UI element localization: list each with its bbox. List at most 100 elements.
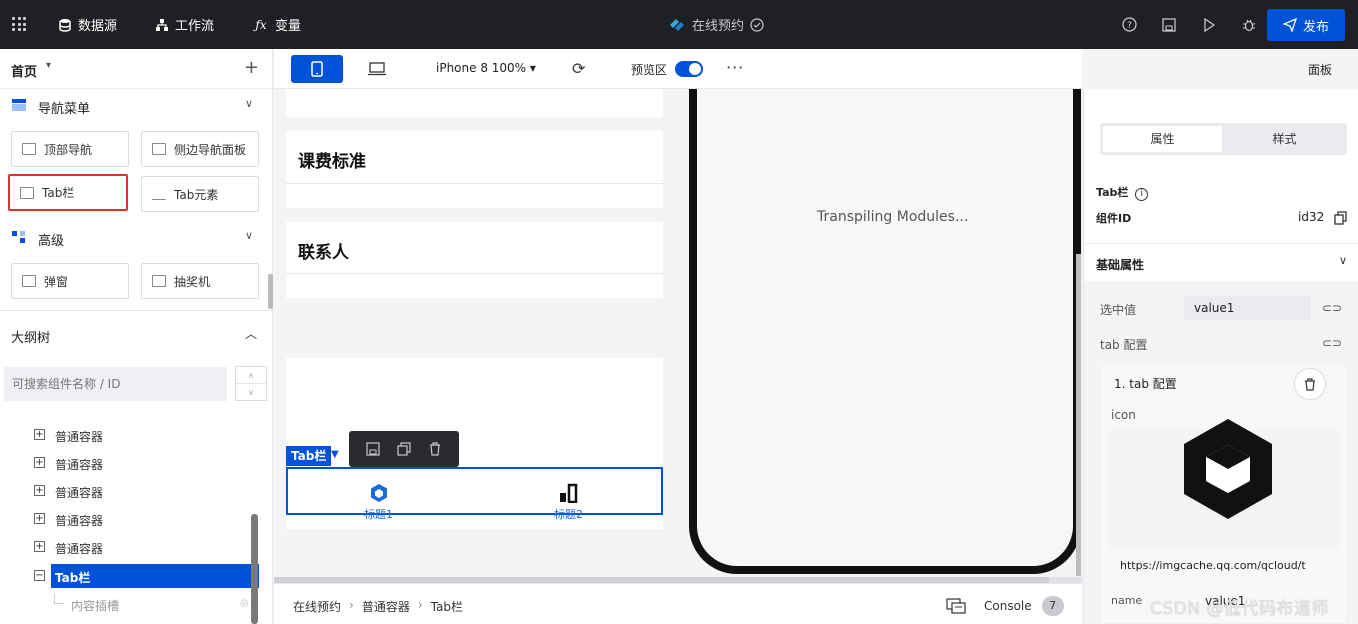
- workflow-button[interactable]: 工作流: [155, 0, 214, 49]
- tree-row[interactable]: + 普通容器: [0, 533, 260, 561]
- tree-row-selected[interactable]: − Tab栏: [0, 564, 260, 592]
- outline-stepper[interactable]: ∧ ∨: [235, 366, 267, 401]
- editor-canvas: 课费标准 联系人 Tab栏 ▼ 标题1 标题2 Transpiling Modu…: [274, 89, 1082, 577]
- apps-grid-icon[interactable]: [12, 17, 26, 31]
- selected-component-tag[interactable]: Tab栏: [286, 446, 332, 466]
- component-id-label: 组件ID: [1096, 212, 1132, 225]
- app-preview: 课费标准 联系人: [286, 89, 663, 529]
- bind-link-icon[interactable]: ⊂⊃: [1322, 301, 1342, 315]
- expand-icon[interactable]: +: [34, 513, 45, 524]
- expand-icon[interactable]: +: [34, 541, 45, 552]
- tree-scrollbar[interactable]: [251, 514, 258, 624]
- tab-bar-component[interactable]: [286, 467, 663, 515]
- name-label: name: [1111, 594, 1143, 607]
- expand-icon[interactable]: +: [34, 429, 45, 440]
- tree-row[interactable]: + 普通容器: [0, 477, 260, 505]
- tree-row[interactable]: + 普通容器: [0, 421, 260, 449]
- comp-tab-bar[interactable]: Tab栏: [8, 174, 128, 211]
- outline-header[interactable]: 大纲树 ︿: [0, 310, 273, 360]
- datasource-button[interactable]: 数据源: [58, 0, 117, 49]
- help-icon[interactable]: ?: [1120, 16, 1138, 34]
- caret-down-icon[interactable]: ▼: [331, 449, 339, 460]
- tree-row[interactable]: 内容插槽 ◎: [0, 590, 260, 618]
- breadcrumb-item[interactable]: Tab栏: [431, 598, 463, 615]
- mobile-device-button[interactable]: [291, 55, 343, 83]
- cube-icon: [1184, 419, 1272, 519]
- console-button[interactable]: Console 7: [946, 596, 1064, 616]
- csdn-watermark: CSDN @低代码布道师: [1150, 599, 1329, 619]
- page-selector[interactable]: 首页 ▾ +: [0, 49, 273, 89]
- selected-value-label: 选中值: [1100, 303, 1137, 317]
- tab-properties[interactable]: 属性: [1103, 126, 1222, 152]
- copy-icon[interactable]: [396, 441, 412, 457]
- section-nav-menu[interactable]: 导航菜单 ∨: [0, 91, 265, 121]
- chevron-down-icon: ∨: [244, 97, 253, 110]
- desktop-device-button[interactable]: [351, 55, 403, 83]
- chevron-right-icon: ›: [417, 598, 423, 612]
- canvas-vertical-scrollbar[interactable]: [1076, 254, 1081, 576]
- console-count-badge: 7: [1041, 596, 1064, 616]
- delete-icon[interactable]: [427, 441, 443, 457]
- tree-label: 普通容器: [55, 542, 104, 556]
- card-contact[interactable]: 联系人: [286, 222, 663, 274]
- tree-row[interactable]: + 普通容器: [0, 449, 260, 477]
- section-advanced[interactable]: 高级 ∨: [0, 223, 265, 253]
- tab-item-2[interactable]: 标题2: [554, 483, 583, 522]
- variables-button[interactable]: ƒx 变量: [253, 0, 301, 49]
- top-bar: 数据源 工作流 ƒx 变量 在线预约 ? 发布: [0, 0, 1358, 49]
- comp-label: Tab元素: [174, 187, 219, 202]
- save-icon[interactable]: [365, 441, 381, 457]
- add-page-icon[interactable]: +: [244, 57, 259, 78]
- database-icon: [59, 18, 71, 32]
- tab-item-1[interactable]: 标题1: [364, 483, 393, 522]
- spacer: [286, 117, 663, 131]
- chevron-down-icon: ▾: [46, 60, 52, 71]
- breadcrumb-item[interactable]: 在线预约: [293, 598, 341, 615]
- chevron-down-icon[interactable]: ∨: [236, 384, 266, 401]
- save-icon[interactable]: [1160, 16, 1178, 34]
- comp-label: 抽奖机: [174, 274, 211, 289]
- right-panel: 属性 样式 Tab栏 i 组件ID id32 基础属性 ∨ 选中值 value1…: [1083, 89, 1358, 624]
- tab-config-item: 1. tab 配置 icon https://imgcache.qq.com/q…: [1100, 363, 1347, 624]
- refresh-icon[interactable]: ⟳: [572, 59, 585, 78]
- components-scrollbar[interactable]: [268, 274, 273, 309]
- outline-search-input[interactable]: [4, 367, 227, 401]
- comp-label: 侧边导航面板: [174, 142, 247, 157]
- copy-icon[interactable]: [1334, 211, 1347, 225]
- bind-link-icon[interactable]: ⊂⊃: [1322, 336, 1342, 350]
- tree-label: 普通容器: [55, 458, 104, 472]
- device-select[interactable]: iPhone 8 100% ▾: [436, 61, 536, 75]
- icon-url[interactable]: https://imgcache.qq.com/qcloud/t: [1120, 559, 1306, 572]
- eye-hidden-icon[interactable]: ◎: [240, 598, 249, 609]
- publish-label: 发布: [1302, 19, 1329, 35]
- more-icon[interactable]: ···: [726, 58, 744, 77]
- chevron-up-icon[interactable]: ∧: [236, 367, 266, 384]
- debug-bug-icon[interactable]: [1240, 16, 1258, 34]
- panel-button[interactable]: 面板: [1308, 61, 1332, 78]
- tab-style[interactable]: 样式: [1225, 126, 1344, 152]
- preview-toggle[interactable]: [675, 61, 703, 77]
- tree-label: 普通容器: [55, 430, 104, 444]
- comp-top-nav[interactable]: 顶部导航: [11, 131, 129, 167]
- comp-side-nav[interactable]: 侧边导航面板: [141, 131, 259, 167]
- tab-config-title: 1. tab 配置: [1114, 377, 1177, 391]
- workflow-icon: [156, 18, 168, 31]
- comp-lottery[interactable]: 抽奖机: [141, 263, 259, 299]
- comp-tab-element[interactable]: Tab元素: [141, 176, 259, 212]
- icon-preview[interactable]: [1109, 419, 1339, 549]
- publish-button[interactable]: 发布: [1267, 9, 1345, 41]
- cube-icon: [370, 484, 387, 502]
- datasource-label: 数据源: [78, 19, 118, 34]
- expand-icon[interactable]: +: [34, 485, 45, 496]
- info-icon[interactable]: i: [1135, 188, 1149, 201]
- card-fee-standard[interactable]: 课费标准: [286, 131, 663, 184]
- expand-icon[interactable]: +: [34, 457, 45, 468]
- base-properties-section[interactable]: 基础属性 ∨: [1084, 243, 1358, 281]
- selected-value-input[interactable]: value1: [1184, 296, 1311, 320]
- play-icon[interactable]: [1200, 16, 1218, 34]
- tree-row[interactable]: + 普通容器: [0, 505, 260, 533]
- delete-config-button[interactable]: [1294, 368, 1326, 400]
- comp-modal[interactable]: 弹窗: [11, 263, 129, 299]
- breadcrumb-item[interactable]: 普通容器: [362, 598, 410, 615]
- collapse-icon[interactable]: −: [34, 570, 45, 581]
